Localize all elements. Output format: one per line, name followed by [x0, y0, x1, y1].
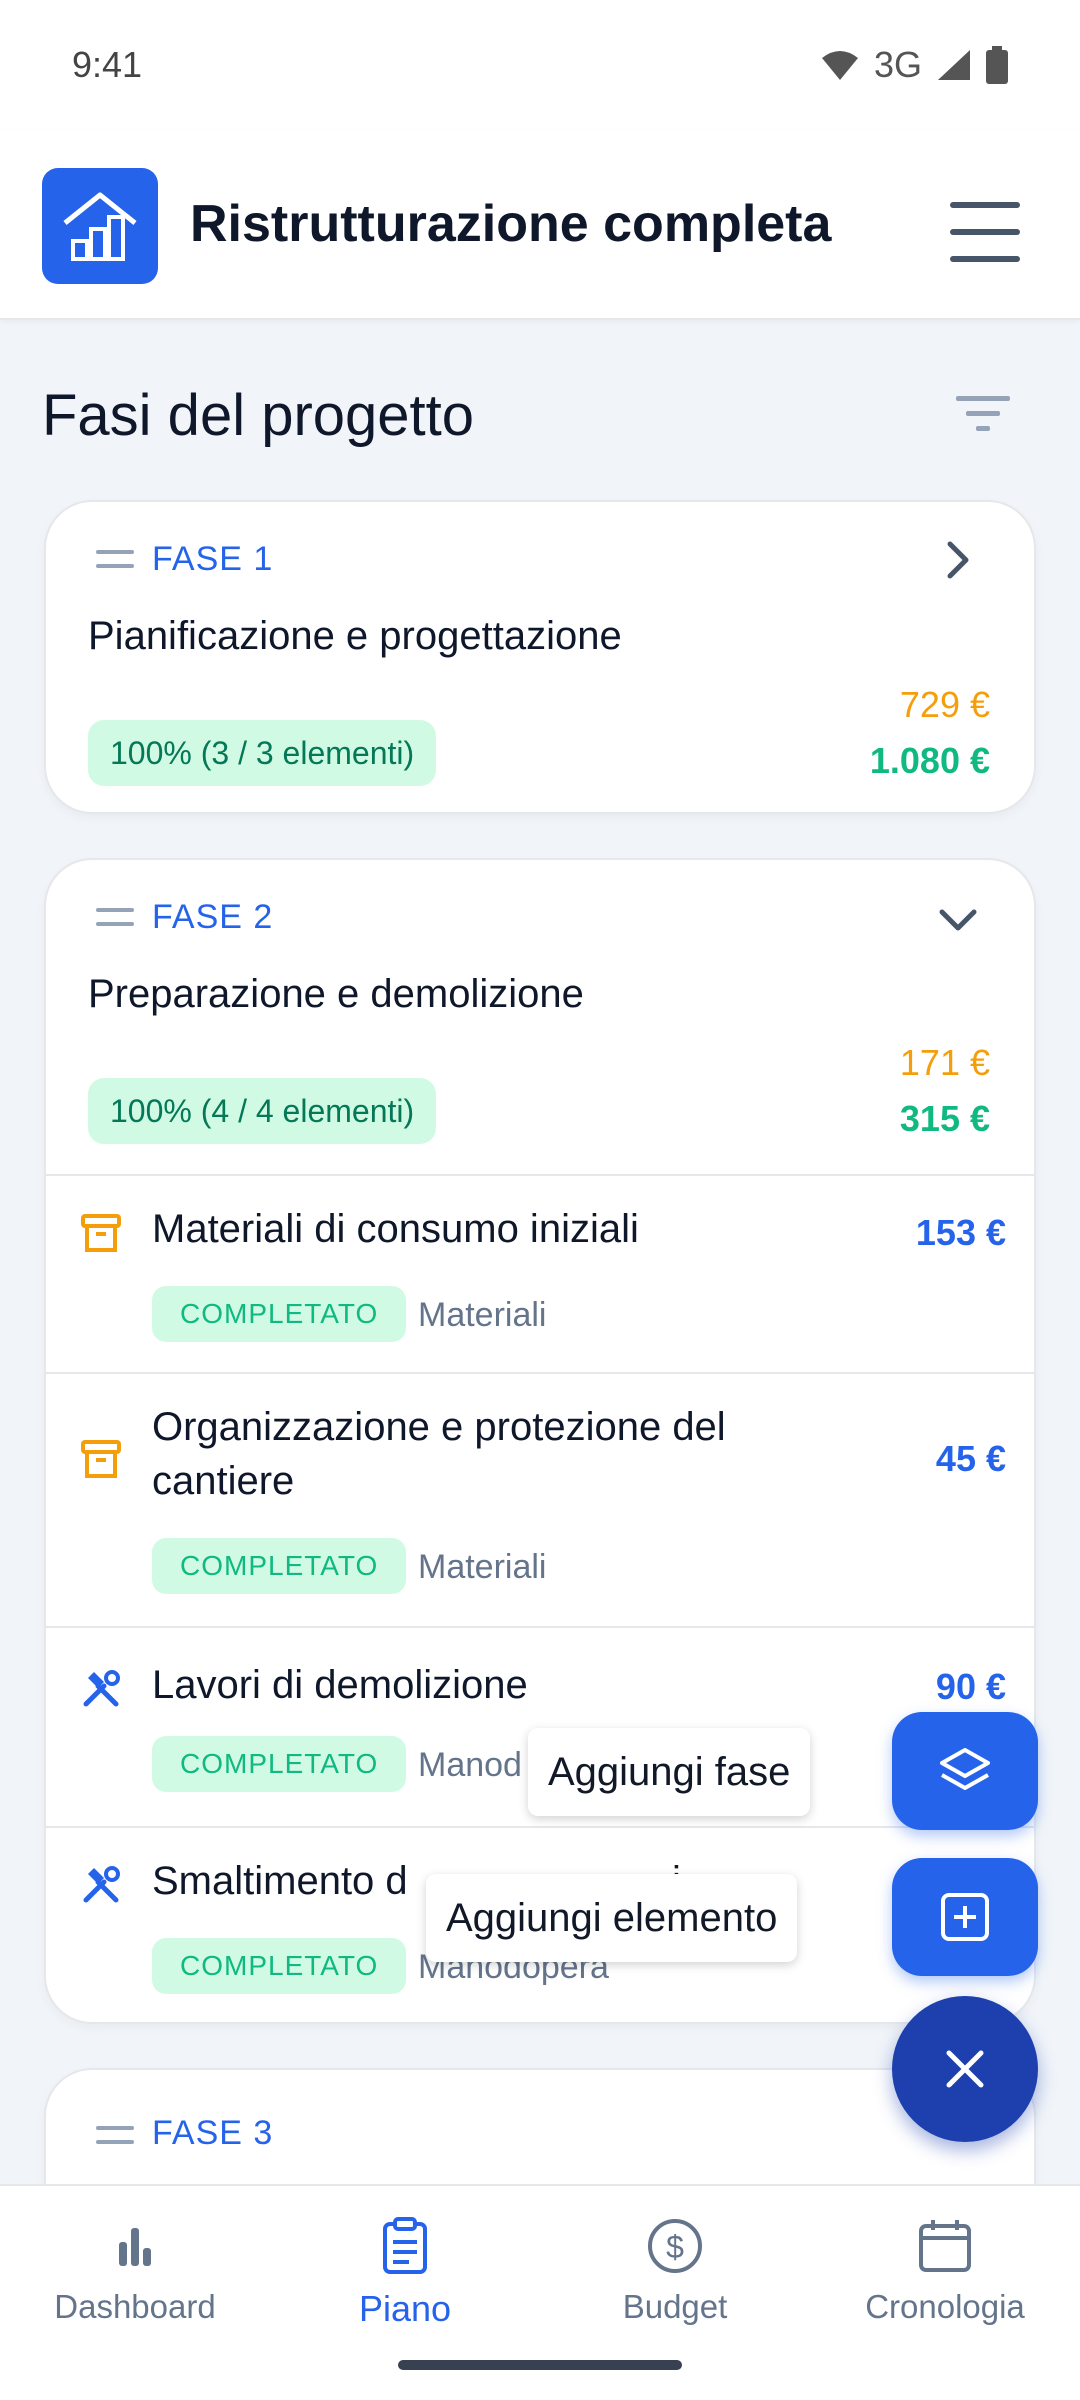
item-title: Lavori di demolizione: [152, 1663, 528, 1707]
item-category: Manod: [418, 1746, 522, 1784]
item-title: Materiali di consumo iniziali: [152, 1207, 639, 1251]
nav-item-cronologia[interactable]: Cronologia: [810, 2206, 1080, 2346]
add-phase-button[interactable]: [892, 1712, 1038, 1830]
drag-handle-icon[interactable]: [96, 2126, 134, 2144]
tools-icon: [83, 1670, 120, 1707]
app-bar: Ristrutturazione completa: [0, 130, 1080, 320]
status-badge: COMPLETATO: [152, 1538, 407, 1594]
status-time: 9:41: [72, 44, 143, 85]
item-category: Materiali: [418, 1296, 547, 1334]
add-item-tooltip[interactable]: Aggiungi elemento: [426, 1874, 798, 1962]
add-phase-tooltip[interactable]: Aggiungi fase: [528, 1728, 811, 1816]
nav-item-piano[interactable]: Piano: [270, 2206, 540, 2346]
dollar-circle-icon: $: [648, 2219, 702, 2273]
filter-icon[interactable]: [956, 394, 1010, 434]
phase-card[interactable]: FASE 2 Preparazione e demolizione 100% (…: [44, 858, 1036, 2024]
item-amount: 45 €: [935, 1438, 1006, 1479]
home-indicator[interactable]: [398, 2360, 682, 2370]
status-badge: COMPLETATO: [152, 1286, 407, 1342]
actual-amount: 315 €: [899, 1098, 990, 1139]
nav-item-budget[interactable]: $ Budget: [540, 2206, 810, 2346]
status-bar: 9:41 3G: [0, 0, 1080, 130]
planned-amount: 171 €: [899, 1042, 990, 1083]
chevron-right-icon[interactable]: [938, 540, 978, 580]
bar-chart-icon: [119, 2228, 151, 2266]
battery-icon: [986, 46, 1008, 84]
layers-icon: [940, 1748, 990, 1790]
item-amount: 153 €: [915, 1212, 1006, 1253]
item-title: Smaltimento d: [152, 1859, 408, 1903]
archive-box-icon: [81, 1214, 121, 1252]
item-title-line: cantiere: [152, 1459, 295, 1503]
status-indicators: 3G: [820, 44, 1008, 86]
item-amount: 90 €: [935, 1666, 1006, 1707]
item-title: Organizzazione e protezione del cantiere: [152, 1400, 726, 1508]
status-badge: COMPLETATO: [152, 1938, 407, 1994]
app-title: Ristrutturazione completa: [190, 195, 832, 253]
progress-badge: 100% (3 / 3 elementi): [88, 720, 437, 786]
close-fab-button[interactable]: [892, 1996, 1038, 2142]
phase-name: Pianificazione e progettazione: [88, 614, 622, 658]
list-item[interactable]: Organizzazione e protezione del cantiere…: [46, 1372, 1034, 1626]
phase-label: FASE 1: [152, 540, 274, 578]
tools-icon: [83, 1866, 120, 1903]
progress-badge: 100% (4 / 4 elementi): [88, 1078, 437, 1144]
nav-label: Piano: [358, 2288, 452, 2329]
nav-label: Cronologia: [865, 2288, 1025, 2325]
list-item[interactable]: Materiali di consumo iniziali 153 € COMP…: [46, 1174, 1034, 1372]
status-badge: COMPLETATO: [152, 1736, 407, 1792]
planned-amount: 729 €: [899, 684, 990, 725]
chevron-down-icon[interactable]: [938, 900, 978, 940]
plus-square-icon: [941, 1893, 989, 1941]
house-chart-icon: [42, 168, 158, 284]
clipboard-icon: [383, 2217, 427, 2274]
phase-name: Preparazione e demolizione: [88, 972, 584, 1016]
drag-handle-icon[interactable]: [96, 550, 134, 568]
nav-label: Budget: [622, 2288, 728, 2325]
page-title: Fasi del progetto: [42, 383, 475, 448]
nav-item-dashboard[interactable]: Dashboard: [0, 2206, 270, 2346]
wifi-icon: [821, 51, 858, 80]
close-icon: [946, 2050, 984, 2088]
add-item-button[interactable]: [892, 1858, 1038, 1976]
phase-card[interactable]: FASE 1 Pianificazione e progettazione 10…: [44, 500, 1036, 814]
phase-label: FASE 3: [152, 2114, 274, 2152]
drag-handle-icon[interactable]: [96, 908, 134, 926]
nav-label: Dashboard: [54, 2288, 216, 2325]
calendar-icon: [919, 2220, 971, 2272]
signal-icon: [938, 50, 970, 80]
item-category: Materiali: [418, 1548, 547, 1586]
phase-label: FASE 2: [152, 898, 274, 936]
archive-box-icon: [81, 1440, 121, 1478]
actual-amount: 1.080 €: [869, 740, 990, 781]
menu-icon[interactable]: [950, 202, 1020, 262]
item-title-line: Organizzazione e protezione del: [152, 1405, 726, 1449]
svg-text:$: $: [666, 2229, 684, 2265]
network-type: 3G: [873, 44, 922, 85]
